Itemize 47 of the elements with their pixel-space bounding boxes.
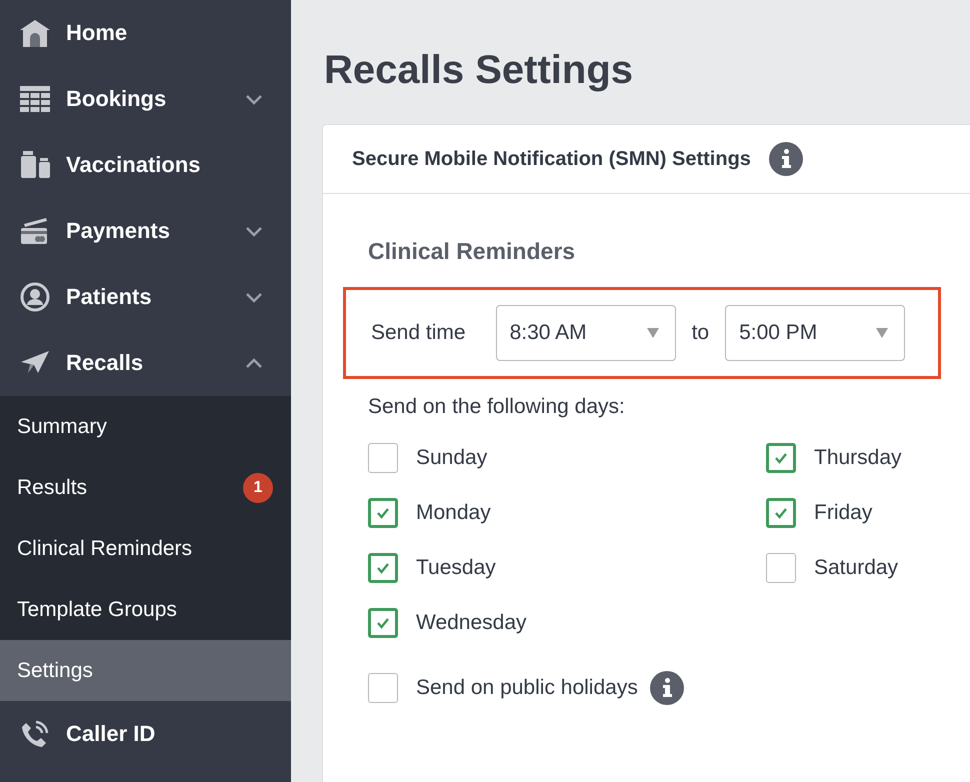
day-label: Sunday bbox=[416, 446, 488, 470]
caret-icon bbox=[646, 328, 659, 338]
day-label: Thursday bbox=[814, 446, 902, 470]
nav-item[interactable]: Vaccinations bbox=[0, 132, 291, 198]
info-icon[interactable] bbox=[650, 670, 684, 704]
user-icon bbox=[20, 282, 50, 312]
checkbox[interactable] bbox=[368, 498, 398, 528]
section-title: Clinical Reminders bbox=[368, 240, 576, 263]
checkbox[interactable] bbox=[368, 442, 398, 472]
nav-item[interactable]: Bookings bbox=[0, 66, 291, 132]
nav-item[interactable]: Home bbox=[0, 0, 291, 66]
checkbox[interactable] bbox=[766, 498, 796, 528]
checkbox[interactable] bbox=[368, 672, 398, 702]
day-label: Wednesday bbox=[416, 610, 527, 634]
house-icon bbox=[20, 18, 50, 48]
info-icon[interactable] bbox=[768, 142, 803, 176]
submenu-item[interactable]: Clinical Reminders bbox=[0, 518, 291, 579]
send-time-label: Send time bbox=[371, 321, 466, 345]
submenu-item[interactable]: Summary bbox=[0, 396, 291, 457]
day-label: Tuesday bbox=[416, 556, 496, 580]
card-title: Secure Mobile Notification (SMN) Settings bbox=[352, 148, 751, 170]
end-time-dropdown[interactable]: 5:00 PM bbox=[725, 305, 906, 361]
credit-card-icon bbox=[20, 216, 50, 246]
day-label: Friday bbox=[814, 500, 872, 524]
vials-icon bbox=[20, 150, 50, 180]
nav-item[interactable]: Patients bbox=[0, 264, 291, 330]
day-label: Monday bbox=[416, 500, 491, 524]
checkbox[interactable] bbox=[368, 608, 398, 638]
nav-item[interactable]: Caller ID bbox=[0, 701, 291, 767]
checkbox[interactable] bbox=[368, 552, 398, 582]
page-title: Recalls Settings bbox=[324, 50, 634, 90]
to-label: to bbox=[692, 321, 710, 345]
table-icon bbox=[20, 84, 50, 114]
phone-icon bbox=[20, 719, 50, 749]
submenu-item[interactable]: Settings bbox=[0, 640, 291, 701]
days-label: Send on the following days: bbox=[368, 395, 626, 419]
public-holidays-label: Send on public holidays bbox=[416, 676, 638, 700]
count-badge: 1 bbox=[243, 472, 273, 502]
nav-item[interactable]: Recalls bbox=[0, 330, 291, 396]
caret-icon bbox=[876, 328, 888, 338]
checkbox[interactable] bbox=[766, 552, 796, 582]
submenu-item[interactable]: Results 1 bbox=[0, 457, 291, 518]
nav-item[interactable]: Payments bbox=[0, 198, 291, 264]
day-label: Saturday bbox=[814, 556, 898, 580]
submenu-item[interactable]: Template Groups bbox=[0, 579, 291, 640]
start-time-dropdown[interactable]: 8:30 AM bbox=[496, 305, 676, 361]
checkbox[interactable] bbox=[766, 442, 796, 472]
